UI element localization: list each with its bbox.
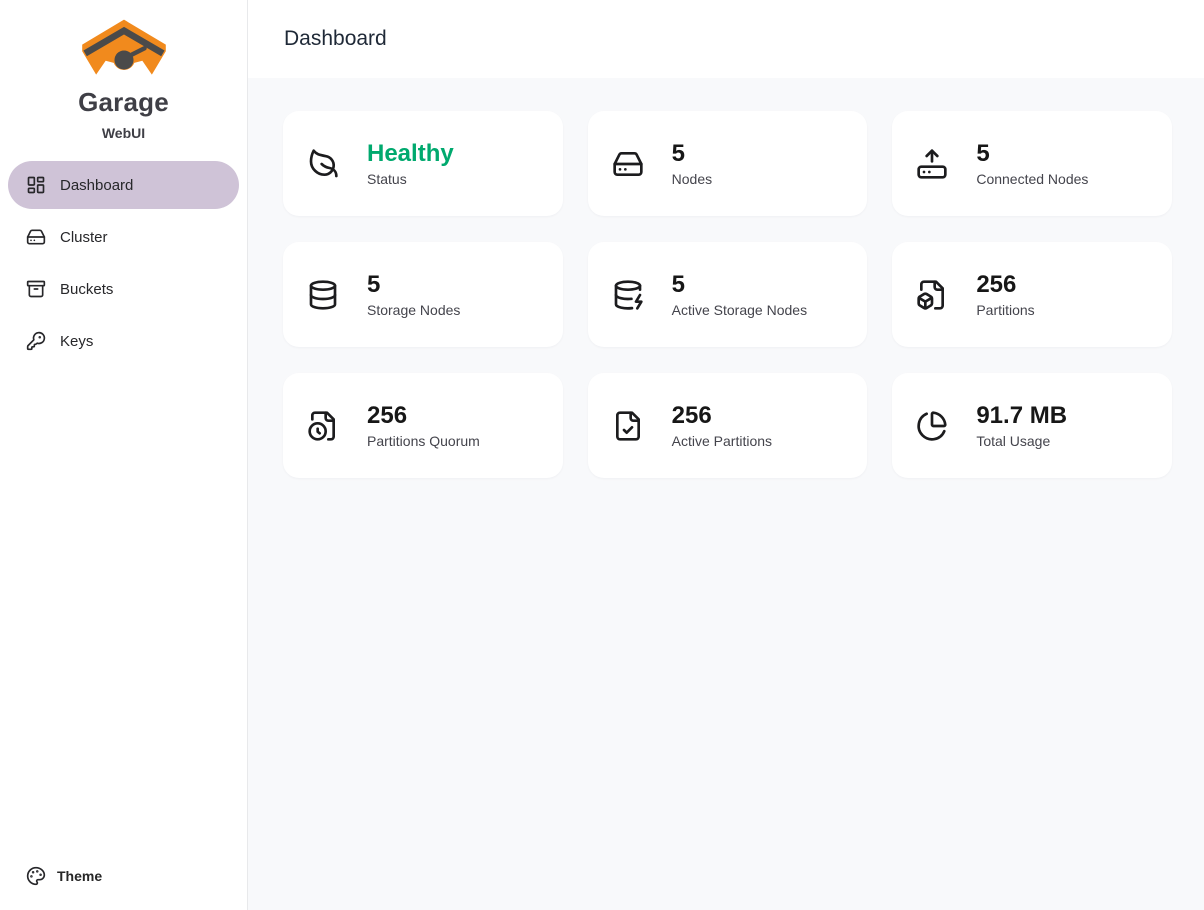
page-header: Dashboard [248, 0, 1204, 78]
pie-chart-icon [916, 410, 948, 442]
stat-value: 5 [976, 140, 1088, 168]
main-area: Dashboard Healthy Status [248, 0, 1204, 910]
sidebar-item-dashboard[interactable]: Dashboard [8, 161, 239, 209]
stat-label: Total Usage [976, 433, 1067, 449]
stat-card-status: Healthy Status [283, 111, 563, 216]
palette-icon [26, 866, 46, 886]
stat-card-partitions-quorum: 256 Partitions Quorum [283, 373, 563, 478]
file-clock-icon [307, 410, 339, 442]
stat-label: Status [367, 171, 454, 187]
stat-label: Connected Nodes [976, 171, 1088, 187]
file-check-icon [612, 410, 644, 442]
logo-block: Garage WebUI [8, 14, 239, 141]
leaf-icon [307, 148, 339, 180]
stat-label: Nodes [672, 171, 712, 187]
sidebar-item-label: Dashboard [60, 177, 133, 194]
stat-card-total-usage: 91.7 MB Total Usage [892, 373, 1172, 478]
sidebar-item-label: Cluster [60, 229, 108, 246]
app-subtitle: WebUI [8, 125, 239, 141]
garage-logo-icon [80, 18, 168, 80]
stat-card-nodes: 5 Nodes [588, 111, 868, 216]
stat-card-connected-nodes: 5 Connected Nodes [892, 111, 1172, 216]
stat-value: 256 [976, 271, 1034, 299]
theme-label: Theme [57, 868, 102, 884]
stat-label: Partitions [976, 302, 1034, 318]
stat-label: Partitions Quorum [367, 433, 480, 449]
stat-value: 91.7 MB [976, 402, 1067, 430]
stat-card-storage-nodes: 5 Storage Nodes [283, 242, 563, 347]
sidebar-item-buckets[interactable]: Buckets [8, 265, 239, 313]
database-icon [307, 279, 339, 311]
stat-value: 5 [672, 140, 712, 168]
file-box-icon [916, 279, 948, 311]
stat-value: 256 [367, 402, 480, 430]
hard-drive-icon [612, 148, 644, 180]
key-round-icon [26, 331, 46, 351]
sidebar: Garage WebUI Dashboard Cluster [0, 0, 248, 910]
stat-label: Storage Nodes [367, 302, 460, 318]
sidebar-item-label: Keys [60, 333, 93, 350]
layout-dashboard-icon [26, 175, 46, 195]
stats-grid: Healthy Status 5 Nodes [283, 111, 1172, 478]
sidebar-item-cluster[interactable]: Cluster [8, 213, 239, 261]
hard-drive-icon [26, 227, 46, 247]
stat-card-active-storage-nodes: 5 Active Storage Nodes [588, 242, 868, 347]
stat-value: 256 [672, 402, 772, 430]
stat-value: 5 [672, 271, 807, 299]
theme-button[interactable]: Theme [8, 858, 239, 894]
archive-icon [26, 279, 46, 299]
stat-label: Active Partitions [672, 433, 772, 449]
hard-drive-upload-icon [916, 148, 948, 180]
sidebar-item-keys[interactable]: Keys [8, 317, 239, 365]
sidebar-item-label: Buckets [60, 281, 113, 298]
stat-value: 5 [367, 271, 460, 299]
stat-card-partitions: 256 Partitions [892, 242, 1172, 347]
database-zap-icon [612, 279, 644, 311]
dashboard-content: Healthy Status 5 Nodes [248, 78, 1204, 910]
stat-label: Active Storage Nodes [672, 302, 807, 318]
page-title: Dashboard [284, 27, 387, 51]
sidebar-nav: Dashboard Cluster Buckets [8, 161, 239, 365]
stat-value: Healthy [367, 140, 454, 168]
app-name: Garage [8, 87, 239, 118]
stat-card-active-partitions: 256 Active Partitions [588, 373, 868, 478]
